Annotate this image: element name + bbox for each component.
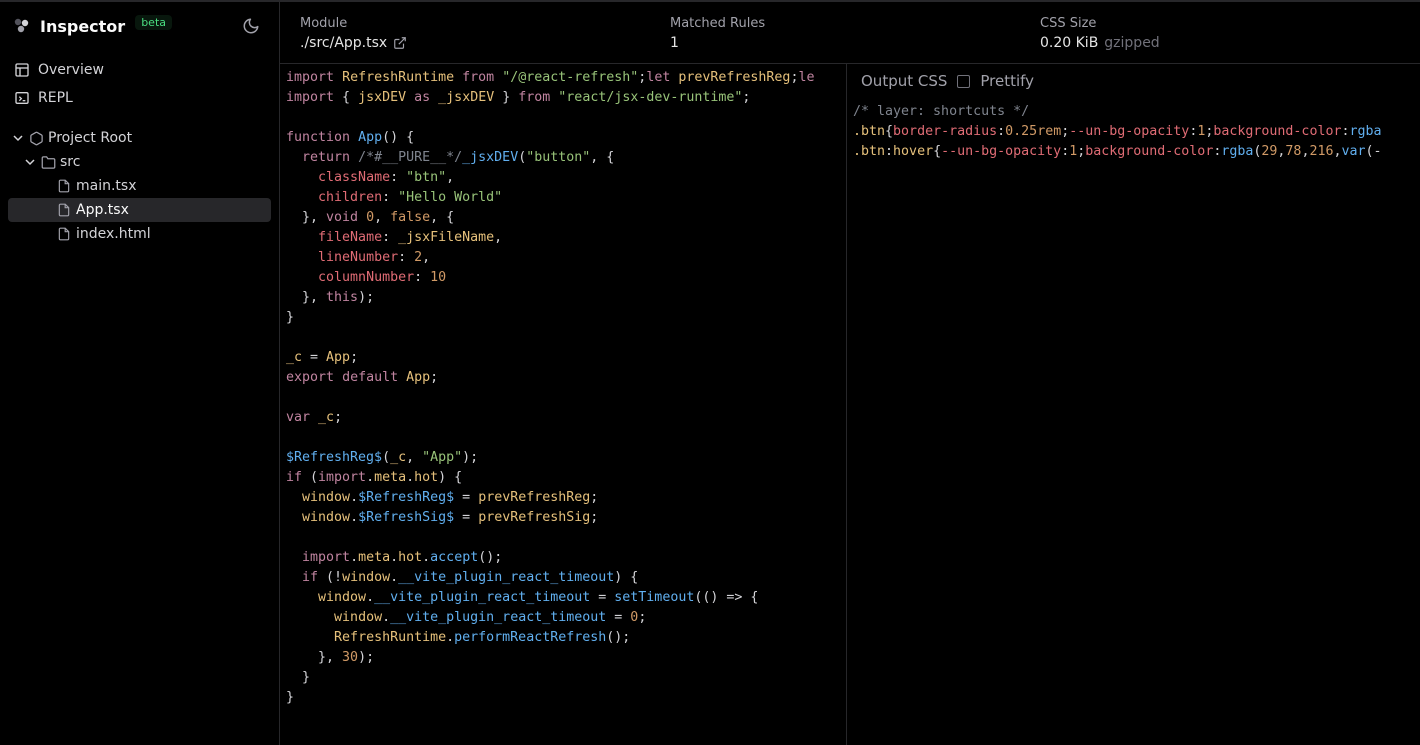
info-size-kib: 0.20 KiB <box>1040 35 1098 51</box>
output-css-code[interactable]: /* layer: shortcuts */ .btn{border-radiu… <box>847 98 1420 170</box>
tree-file-app-label: App.tsx <box>76 202 129 218</box>
info-module-value[interactable]: ./src/App.tsx <box>300 35 630 51</box>
info-size-label: CSS Size <box>1040 16 1160 31</box>
info-size-value: 0.20 KiB gzipped <box>1040 35 1160 51</box>
spacer <box>40 228 52 240</box>
prettify-checkbox[interactable] <box>957 75 970 88</box>
tree-file-main[interactable]: main.tsx <box>8 174 271 198</box>
nav-repl-label: REPL <box>38 90 73 106</box>
terminal-icon <box>14 90 30 106</box>
info-bar: Module ./src/App.tsx Matched Rules 1 CSS… <box>280 2 1420 64</box>
info-size-suffix: gzipped <box>1104 35 1159 51</box>
file-tree: Project Root src main.tsx <box>0 122 279 250</box>
spacer <box>40 180 52 192</box>
info-module: Module ./src/App.tsx <box>300 16 630 51</box>
beta-badge: beta <box>135 15 172 30</box>
output-css-title: Output CSS <box>861 72 947 90</box>
package-icon <box>28 130 44 146</box>
info-module-label: Module <box>300 16 630 31</box>
folder-icon <box>40 154 56 170</box>
tree-file-index-label: index.html <box>76 226 151 242</box>
nav-repl[interactable]: REPL <box>8 84 271 112</box>
spacer <box>40 204 52 216</box>
nav-overview[interactable]: Overview <box>8 56 271 84</box>
brand: Inspector beta <box>12 16 172 36</box>
app-title: Inspector <box>40 17 125 36</box>
info-size: CSS Size 0.20 KiB gzipped <box>1040 16 1160 51</box>
tree-folder-src[interactable]: src <box>8 150 271 174</box>
logo-icon <box>12 16 32 36</box>
output-css-pane: Output CSS Prettify /* layer: shortcuts … <box>847 64 1420 745</box>
tree-file-main-label: main.tsx <box>76 178 137 194</box>
main: Module ./src/App.tsx Matched Rules 1 CSS… <box>280 2 1420 745</box>
tree-root[interactable]: Project Root <box>8 126 271 150</box>
info-module-path: ./src/App.tsx <box>300 35 387 51</box>
tree-file-app[interactable]: App.tsx <box>8 198 271 222</box>
tree-file-index[interactable]: index.html <box>8 222 271 246</box>
module-source-code: import RefreshRuntime from "/@react-refr… <box>280 64 846 716</box>
caret-down-icon <box>12 132 24 144</box>
external-link-icon <box>393 36 407 50</box>
info-rules: Matched Rules 1 <box>670 16 1000 51</box>
tree-root-label: Project Root <box>48 130 132 146</box>
nav: Overview REPL <box>0 52 279 122</box>
panes: import RefreshRuntime from "/@react-refr… <box>280 64 1420 745</box>
info-rules-label: Matched Rules <box>670 16 1000 31</box>
moon-icon <box>242 17 260 35</box>
module-source-pane[interactable]: import RefreshRuntime from "/@react-refr… <box>280 64 847 745</box>
layout-icon <box>14 62 30 78</box>
output-css-header: Output CSS Prettify <box>847 64 1420 98</box>
prettify-label[interactable]: Prettify <box>980 72 1034 90</box>
caret-down-icon <box>24 156 36 168</box>
file-icon <box>56 226 72 242</box>
nav-overview-label: Overview <box>38 62 104 78</box>
app-root: Inspector beta Overview REPL <box>0 0 1420 745</box>
sidebar-header: Inspector beta <box>0 2 279 52</box>
info-rules-value: 1 <box>670 35 1000 51</box>
theme-toggle-button[interactable] <box>237 12 265 40</box>
file-icon <box>56 202 72 218</box>
sidebar: Inspector beta Overview REPL <box>0 2 280 745</box>
tree-src-label: src <box>60 154 80 170</box>
file-icon <box>56 178 72 194</box>
